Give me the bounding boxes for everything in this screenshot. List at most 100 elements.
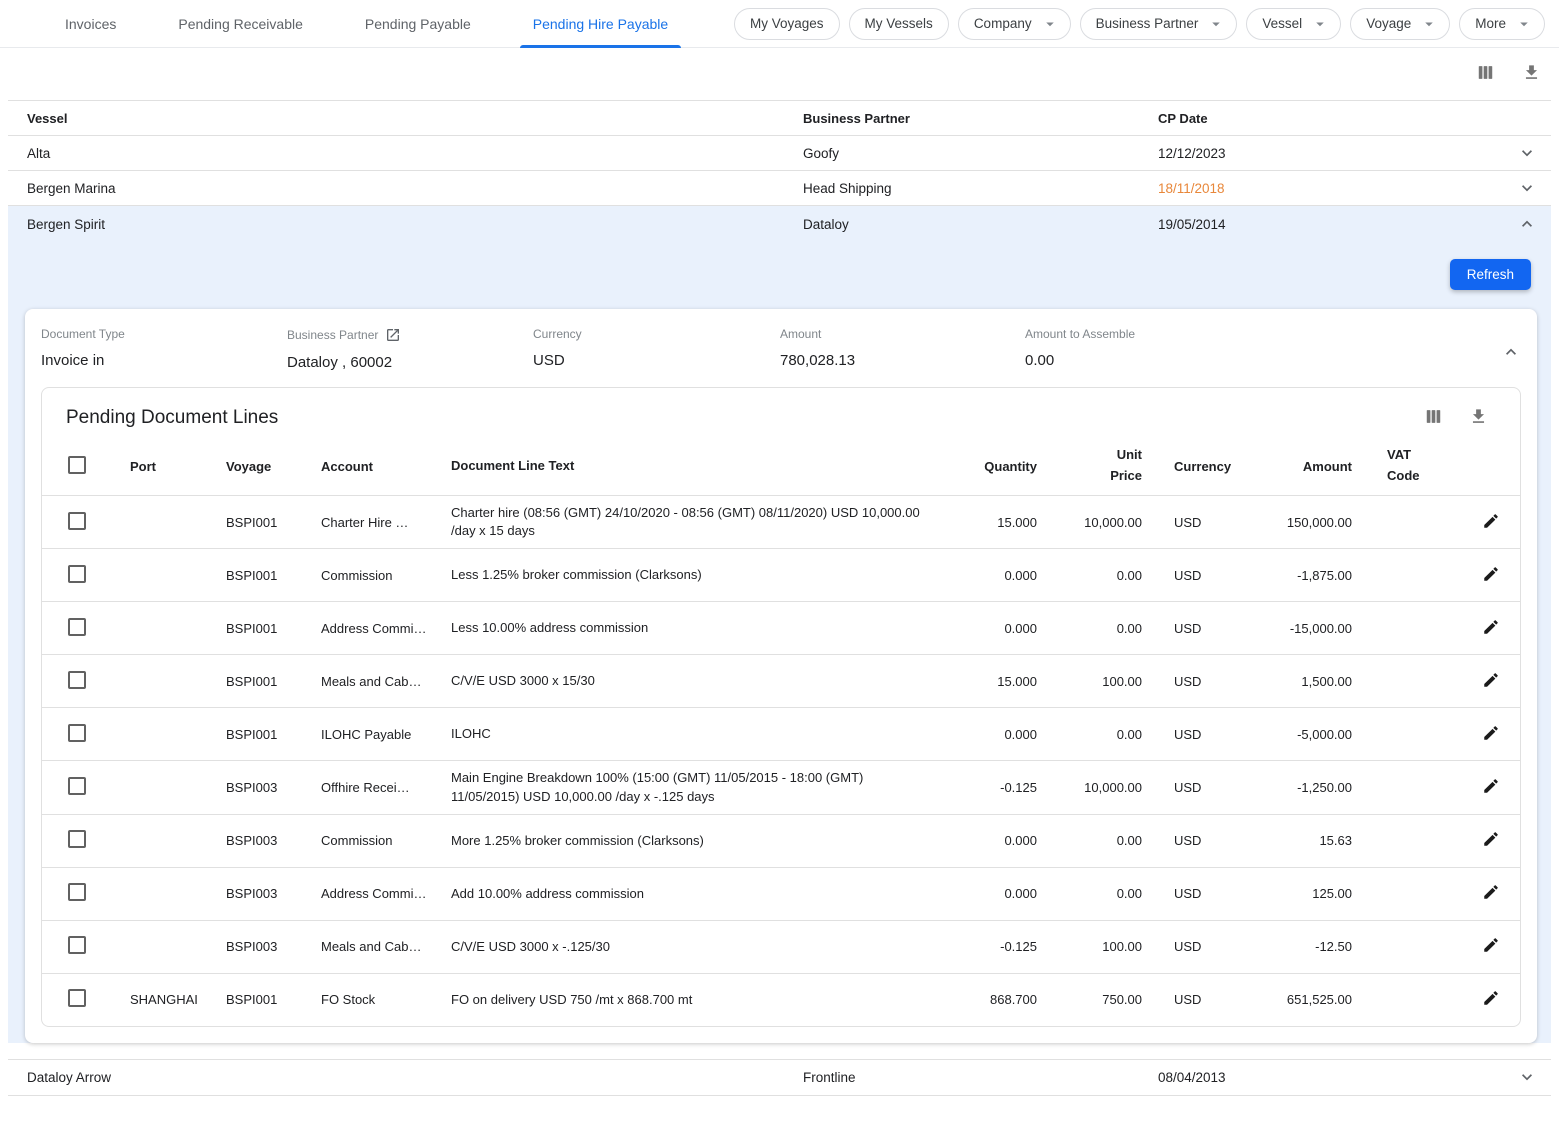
download-icon: [1469, 407, 1488, 429]
column-settings-button[interactable]: [1422, 405, 1445, 431]
business-partner: Goofy: [803, 146, 1158, 161]
edit-line-button[interactable]: [1480, 563, 1502, 588]
field-label: Business Partner: [287, 327, 533, 343]
row-select-checkbox[interactable]: [68, 724, 86, 742]
line-vat-code: [1352, 567, 1462, 583]
line-port: [130, 567, 226, 583]
vessel-row-bergen-spirit[interactable]: Bergen Spirit Dataloy 19/05/2014: [8, 206, 1551, 242]
filter-chip-my-vessels[interactable]: My Vessels: [849, 8, 949, 40]
column-settings-button[interactable]: [1474, 61, 1497, 87]
line-voyage: BSPI001: [226, 560, 321, 591]
edit-line-button[interactable]: [1480, 669, 1502, 694]
col-currency: Currency: [1142, 451, 1262, 482]
line-unit-price: 10,000.00: [1037, 772, 1142, 803]
chevron-down-icon[interactable]: [1503, 143, 1551, 163]
row-select-checkbox[interactable]: [68, 989, 86, 1007]
row-select-checkbox[interactable]: [68, 830, 86, 848]
edit-icon: [1482, 512, 1500, 533]
filter-chip-my-voyages[interactable]: My Voyages: [734, 8, 840, 40]
chevron-down-icon[interactable]: [1503, 1067, 1551, 1087]
edit-line-button[interactable]: [1480, 934, 1502, 959]
row-select-checkbox[interactable]: [68, 883, 86, 901]
line-quantity: 0.000: [952, 825, 1037, 856]
document-line-row[interactable]: BSPI001 ILOHC Payable ILOHC 0.000 0.00 U…: [42, 707, 1520, 760]
row-select-checkbox[interactable]: [68, 777, 86, 795]
field-currency: Currency USD: [533, 327, 780, 369]
document-line-row[interactable]: BSPI003 Meals and Cab… C/V/E USD 3000 x …: [42, 920, 1520, 973]
line-unit-price: 0.00: [1037, 560, 1142, 591]
line-voyage: BSPI003: [226, 772, 321, 803]
edit-line-button[interactable]: [1480, 987, 1502, 1012]
edit-line-button[interactable]: [1480, 828, 1502, 853]
tab-pending-receivable[interactable]: Pending Receivable: [165, 0, 316, 48]
field-label: Currency: [533, 327, 780, 341]
line-text: FO on delivery USD 750 /mt x 868.700 mt: [451, 983, 952, 1017]
document-line-row[interactable]: BSPI003 Offhire Recei… Main Engine Break…: [42, 760, 1520, 813]
download-button[interactable]: [1467, 405, 1490, 431]
document-line-row[interactable]: BSPI001 Meals and Cab… C/V/E USD 3000 x …: [42, 654, 1520, 707]
edit-line-button[interactable]: [1480, 722, 1502, 747]
tab-invoices[interactable]: Invoices: [52, 0, 129, 48]
field-label: Amount: [780, 327, 1025, 341]
line-quantity: 15.000: [952, 507, 1037, 538]
select-all-checkbox[interactable]: [68, 456, 86, 474]
field-value: Invoice in: [41, 352, 287, 369]
download-button[interactable]: [1520, 61, 1543, 87]
edit-line-button[interactable]: [1480, 510, 1502, 535]
business-partner: Frontline: [803, 1070, 1158, 1085]
row-select-checkbox[interactable]: [68, 618, 86, 636]
chevron-up-icon[interactable]: [1503, 214, 1551, 234]
field-value: 780,028.13: [780, 352, 1025, 369]
document-line-row[interactable]: BSPI001 Commission Less 1.25% broker com…: [42, 548, 1520, 601]
filter-chip-business-partner[interactable]: Business Partner: [1080, 8, 1238, 40]
line-currency: USD: [1142, 984, 1262, 1015]
external-link-icon[interactable]: [385, 327, 401, 343]
chip-label: Company: [974, 16, 1032, 31]
line-vat-code: [1352, 620, 1462, 636]
vessel-row-bergen-marina[interactable]: Bergen Marina Head Shipping 18/11/2018: [8, 171, 1551, 206]
row-select-checkbox[interactable]: [68, 671, 86, 689]
document-line-row[interactable]: BSPI003 Address Commi… Add 10.00% addres…: [42, 867, 1520, 920]
filter-chip-vessel[interactable]: Vessel: [1246, 8, 1341, 40]
cp-date: 08/04/2013: [1158, 1070, 1503, 1085]
line-voyage: BSPI003: [226, 931, 321, 962]
col-quantity: Quantity: [952, 451, 1037, 482]
filter-chip-voyage[interactable]: Voyage: [1350, 8, 1450, 40]
document-line-row[interactable]: BSPI001 Address Commi… Less 10.00% addre…: [42, 601, 1520, 654]
line-port: [130, 886, 226, 902]
line-voyage: BSPI001: [226, 613, 321, 644]
pending-hire-payable-table: Vessel Business Partner CP Date Alta Goo…: [8, 100, 1551, 1096]
lines-table-header: Port Voyage Account Document Line Text Q…: [42, 437, 1520, 495]
refresh-button[interactable]: Refresh: [1450, 259, 1531, 290]
line-amount: -12.50: [1262, 931, 1352, 962]
tab-pending-hire-payable[interactable]: Pending Hire Payable: [520, 0, 681, 48]
chevron-down-icon[interactable]: [1503, 178, 1551, 198]
line-vat-code: [1352, 939, 1462, 955]
line-currency: USD: [1142, 931, 1262, 962]
field-value: Dataloy , 60002: [287, 354, 533, 371]
row-select-checkbox[interactable]: [68, 512, 86, 530]
vessel-row-alta[interactable]: Alta Goofy 12/12/2023: [8, 136, 1551, 171]
line-amount: 125.00: [1262, 878, 1352, 909]
document-line-row[interactable]: SHANGHAI BSPI001 FO Stock FO on delivery…: [42, 973, 1520, 1026]
line-voyage: BSPI001: [226, 719, 321, 750]
line-amount: -5,000.00: [1262, 719, 1352, 750]
line-text: ILOHC: [451, 717, 952, 751]
filter-chip-company[interactable]: Company: [958, 8, 1071, 40]
row-select-checkbox[interactable]: [68, 565, 86, 583]
tab-pending-payable[interactable]: Pending Payable: [352, 0, 484, 48]
edit-line-button[interactable]: [1480, 775, 1502, 800]
document-line-row[interactable]: BSPI001 Charter Hire … Charter hire (08:…: [42, 495, 1520, 548]
collapse-chevron-up-icon[interactable]: [1501, 342, 1521, 367]
edit-line-button[interactable]: [1480, 616, 1502, 641]
pending-document-lines-panel: Pending Document Lines Port Voyage: [41, 387, 1521, 1027]
filter-chip-more[interactable]: More: [1459, 8, 1545, 40]
chip-label: My Vessels: [865, 16, 933, 31]
field-value: 0.00: [1025, 352, 1485, 369]
vessel-row-dataloy-arrow[interactable]: Dataloy Arrow Frontline 08/04/2013: [8, 1059, 1551, 1096]
tab-bar: Invoices Pending Receivable Pending Paya…: [52, 0, 717, 48]
row-select-checkbox[interactable]: [68, 936, 86, 954]
column-header-cp-date: CP Date: [1158, 111, 1503, 126]
document-line-row[interactable]: BSPI003 Commission More 1.25% broker com…: [42, 814, 1520, 867]
edit-line-button[interactable]: [1480, 881, 1502, 906]
